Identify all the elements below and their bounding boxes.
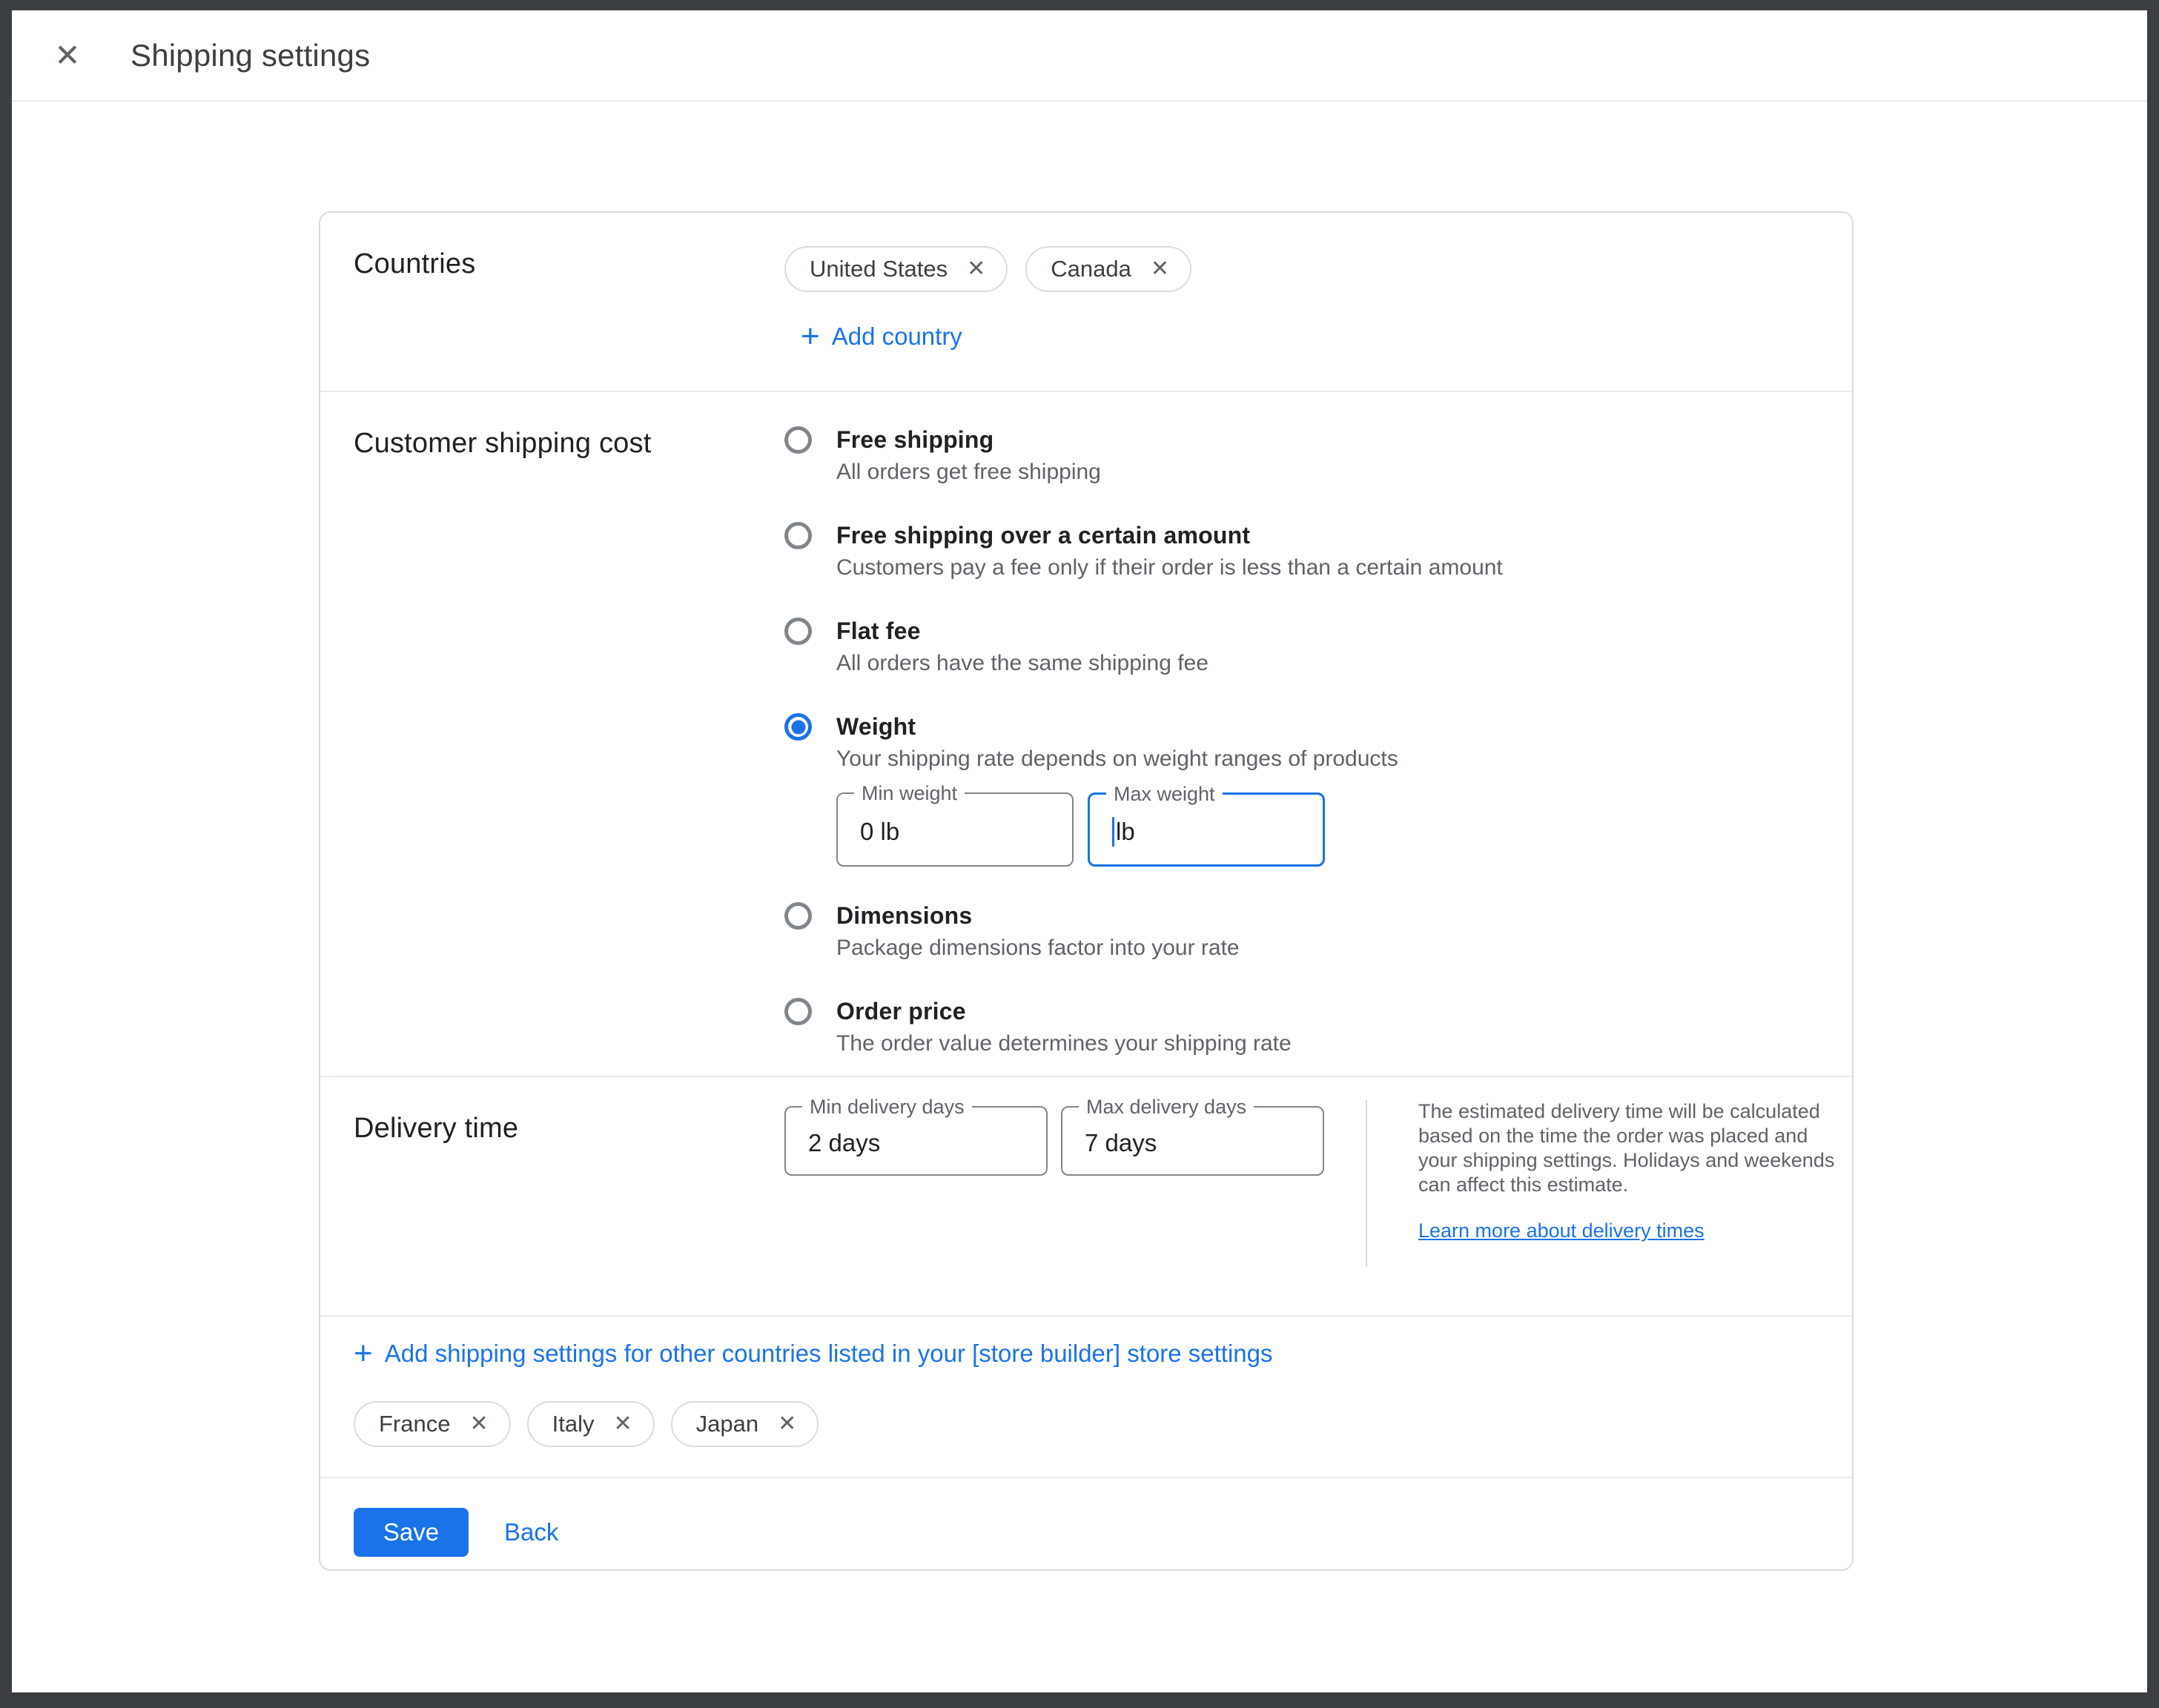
screenshot-frame: ✕ Shipping settings Countries United Sta…	[0, 0, 2159, 1708]
radio-flat-fee[interactable]	[784, 618, 812, 645]
option-description: All orders get free shipping	[836, 458, 1101, 486]
add-other-countries-button[interactable]: + Add shipping settings for other countr…	[354, 1337, 1852, 1370]
settings-card: Countries United States ✕ Canada ✕	[319, 211, 1854, 1571]
option-title[interactable]: Flat fee	[836, 616, 1209, 646]
country-chip-japan[interactable]: Japan ✕	[671, 1401, 819, 1447]
countries-label: Countries	[354, 248, 784, 280]
option-free-shipping: Free shipping All orders get free shippi…	[784, 425, 1503, 486]
country-chip-italy[interactable]: Italy ✕	[527, 1401, 655, 1447]
remove-icon[interactable]: ✕	[613, 1413, 632, 1435]
max-delivery-days-field[interactable]: Max delivery days 7 days	[1061, 1106, 1324, 1176]
max-weight-value: lb	[1112, 817, 1135, 847]
option-description: All orders have the same shipping fee	[836, 649, 1209, 678]
weight-fields: Min weight 0 lb Max weight lb	[836, 792, 1398, 867]
min-weight-field[interactable]: Min weight 0 lb	[836, 792, 1074, 867]
min-weight-value: 0 lb	[860, 818, 899, 846]
close-icon[interactable]: ✕	[45, 33, 90, 78]
chip-label: Japan	[696, 1411, 758, 1437]
chip-label: Italy	[552, 1411, 595, 1437]
other-countries-section: + Add shipping settings for other countr…	[320, 1317, 1852, 1477]
option-free-shipping-over-amount: Free shipping over a certain amount Cust…	[784, 520, 1503, 582]
option-description: Package dimensions factor into your rate	[836, 934, 1240, 962]
min-delivery-days-value: 2 days	[808, 1129, 880, 1157]
remove-icon[interactable]: ✕	[967, 258, 985, 280]
radio-dimensions[interactable]	[784, 902, 812, 930]
delivery-time-label: Delivery time	[354, 1113, 784, 1145]
option-title[interactable]: Dimensions	[836, 901, 1240, 930]
shipping-settings-dialog: ✕ Shipping settings Countries United Sta…	[12, 10, 2147, 1692]
shipping-cost-section: Customer shipping cost Free shipping All…	[320, 392, 1852, 1076]
option-title[interactable]: Free shipping	[836, 425, 1101, 454]
option-description: The order value determines your shipping…	[836, 1030, 1292, 1058]
option-title[interactable]: Free shipping over a certain amount	[836, 520, 1503, 550]
option-flat-fee: Flat fee All orders have the same shippi…	[784, 616, 1503, 678]
max-delivery-days-label: Max delivery days	[1079, 1096, 1254, 1119]
max-weight-label: Max weight	[1106, 783, 1223, 806]
max-delivery-days-value: 7 days	[1085, 1129, 1157, 1157]
min-delivery-days-label: Min delivery days	[802, 1096, 972, 1119]
remove-icon[interactable]: ✕	[1151, 258, 1169, 280]
shipping-cost-label: Customer shipping cost	[354, 428, 784, 460]
add-country-label: Add country	[832, 322, 962, 351]
option-weight: Weight Your shipping rate depends on wei…	[784, 712, 1503, 867]
option-title[interactable]: Order price	[836, 996, 1292, 1026]
dialog-title: Shipping settings	[130, 38, 370, 73]
min-weight-label: Min weight	[854, 782, 965, 805]
radio-weight-selected[interactable]	[784, 713, 812, 741]
remove-icon[interactable]: ✕	[469, 1413, 488, 1435]
radio-free-shipping[interactable]	[784, 426, 812, 454]
remove-icon[interactable]: ✕	[778, 1413, 796, 1435]
back-button[interactable]: Back	[504, 1508, 558, 1557]
add-country-button[interactable]: + Add country	[784, 320, 1191, 353]
dialog-header: ✕ Shipping settings	[12, 10, 2147, 102]
country-chip-canada[interactable]: Canada ✕	[1025, 246, 1191, 292]
countries-section: Countries United States ✕ Canada ✕	[320, 213, 1852, 391]
shipping-cost-options: Free shipping All orders get free shippi…	[784, 392, 1503, 1076]
max-weight-field[interactable]: Max weight lb	[1088, 792, 1325, 867]
option-title[interactable]: Weight	[836, 712, 1398, 741]
plus-icon: +	[801, 320, 820, 353]
radio-order-price[interactable]	[784, 998, 812, 1025]
option-description: Customers pay a fee only if their order …	[836, 554, 1503, 582]
radio-free-shipping-over-amount[interactable]	[784, 522, 812, 549]
chip-label: France	[379, 1411, 450, 1437]
country-chip-united-states[interactable]: United States ✕	[784, 246, 1008, 292]
delivery-note-text: The estimated delivery time will be calc…	[1418, 1099, 1848, 1197]
save-button[interactable]: Save	[354, 1508, 469, 1557]
plus-icon: +	[354, 1337, 373, 1370]
country-chip-france[interactable]: France ✕	[354, 1401, 511, 1447]
min-delivery-days-field[interactable]: Min delivery days 2 days	[784, 1106, 1048, 1176]
chip-label: Canada	[1051, 256, 1131, 282]
option-order-price: Order price The order value determines y…	[784, 996, 1503, 1058]
option-dimensions: Dimensions Package dimensions factor int…	[784, 901, 1503, 962]
vertical-divider	[1366, 1100, 1367, 1267]
actions-row: Save Back	[320, 1478, 1852, 1569]
option-description: Your shipping rate depends on weight ran…	[836, 745, 1398, 773]
text-cursor	[1112, 817, 1114, 847]
other-country-chips: France ✕ Italy ✕ Japan ✕	[354, 1401, 1852, 1447]
learn-more-link[interactable]: Learn more about delivery times	[1418, 1219, 1705, 1242]
add-other-countries-label: Add shipping settings for other countrie…	[385, 1340, 1273, 1368]
delivery-note-box: The estimated delivery time will be calc…	[1418, 1099, 1848, 1242]
chip-label: United States	[810, 256, 948, 282]
country-chips: United States ✕ Canada ✕	[784, 246, 1191, 292]
delivery-fields: Min delivery days 2 days Max delivery da…	[784, 1106, 1324, 1176]
delivery-time-section: Delivery time Min delivery days 2 days M…	[320, 1077, 1852, 1315]
